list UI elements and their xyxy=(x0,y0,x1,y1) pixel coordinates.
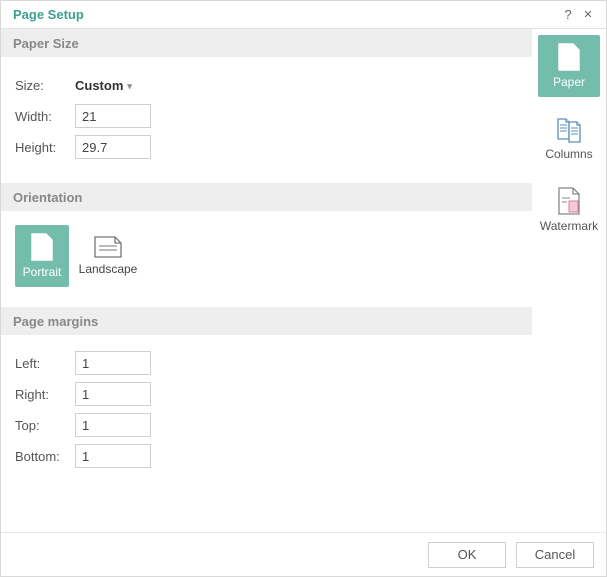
margin-right-label: Right: xyxy=(15,387,75,402)
tab-columns-label: Columns xyxy=(545,147,592,161)
chevron-down-icon: ▾ xyxy=(127,81,132,92)
portrait-page-icon xyxy=(31,233,53,261)
size-label: Size: xyxy=(15,78,75,93)
ok-button[interactable]: OK xyxy=(428,542,506,568)
cancel-button[interactable]: Cancel xyxy=(516,542,594,568)
landscape-button[interactable]: Landscape xyxy=(81,225,135,287)
tab-watermark[interactable]: Watermark xyxy=(538,179,600,241)
close-icon: ✕ xyxy=(583,8,592,21)
margin-top-label: Top: xyxy=(15,418,75,433)
tab-paper[interactable]: Paper xyxy=(538,35,600,97)
height-input[interactable] xyxy=(75,135,151,159)
margin-top-input[interactable] xyxy=(75,413,151,437)
landscape-page-icon xyxy=(94,236,122,258)
sidebar: Paper xyxy=(532,29,606,532)
paper-page-icon xyxy=(558,43,580,71)
close-button[interactable]: ✕ xyxy=(578,5,598,25)
size-dropdown[interactable]: Custom ▾ xyxy=(75,76,132,95)
orientation-header: Orientation xyxy=(1,183,532,211)
portrait-button[interactable]: Portrait xyxy=(15,225,69,287)
orientation-section: Portrait Landscape xyxy=(1,211,532,307)
paper-size-header: Paper Size xyxy=(1,29,532,57)
margin-left-label: Left: xyxy=(15,356,75,371)
columns-icon xyxy=(555,115,583,143)
size-dropdown-value: Custom xyxy=(75,78,123,93)
landscape-label: Landscape xyxy=(79,262,138,276)
width-input[interactable] xyxy=(75,104,151,128)
footer: OK Cancel xyxy=(1,532,606,576)
help-icon: ? xyxy=(564,7,571,22)
portrait-label: Portrait xyxy=(23,265,62,279)
main-panel: Paper Size Size: Custom ▾ Width: Height: xyxy=(1,29,532,532)
tab-columns[interactable]: Columns xyxy=(538,107,600,169)
dialog-title: Page Setup xyxy=(13,7,558,22)
margin-left-input[interactable] xyxy=(75,351,151,375)
page-margins-header: Page margins xyxy=(1,307,532,335)
width-label: Width: xyxy=(15,109,75,124)
help-button[interactable]: ? xyxy=(558,5,578,25)
margin-bottom-input[interactable] xyxy=(75,444,151,468)
titlebar: Page Setup ? ✕ xyxy=(1,1,606,29)
tab-watermark-label: Watermark xyxy=(540,219,598,233)
paper-size-section: Size: Custom ▾ Width: Height: xyxy=(1,57,532,183)
tab-paper-label: Paper xyxy=(553,75,585,89)
margin-bottom-label: Bottom: xyxy=(15,449,75,464)
page-setup-dialog: Page Setup ? ✕ Paper Size Size: Custom ▾… xyxy=(0,0,607,577)
margin-right-input[interactable] xyxy=(75,382,151,406)
page-margins-section: Left: Right: Top: Bottom: xyxy=(1,335,532,492)
watermark-icon xyxy=(557,187,581,215)
height-label: Height: xyxy=(15,140,75,155)
